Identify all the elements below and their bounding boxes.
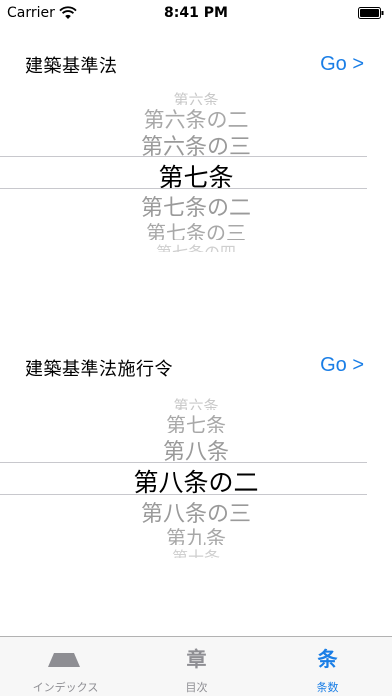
law-title: 建築基準法 (25, 56, 118, 77)
picker-item[interactable]: 第九条 (0, 522, 392, 545)
tab-label: 条数 (316, 681, 339, 694)
tab-bar: インデックス 章 目次 条 条数 (0, 636, 392, 696)
picker-selection-line (0, 494, 367, 495)
status-time: 8:41 PM (164, 5, 228, 21)
picker-item[interactable]: 第七条の四 (0, 239, 392, 252)
picker-item[interactable]: 第七条の三 (0, 217, 392, 240)
tab-contents[interactable]: 章 目次 (131, 637, 262, 696)
picker-item[interactable]: 第七条 (0, 409, 392, 433)
tab-index[interactable]: インデックス (0, 637, 131, 696)
picker-selection-line (0, 188, 367, 189)
chapter-icon: 章 (186, 647, 207, 671)
go-button[interactable]: Go > (320, 354, 364, 377)
tab-articles[interactable]: 条 条数 (262, 637, 392, 696)
tab-label: インデックス (32, 681, 99, 694)
article-icon: 条 (317, 647, 338, 671)
status-bar: Carrier 8:41 PM (0, 0, 392, 28)
go-button[interactable]: Go > (320, 53, 364, 76)
battery-icon (358, 7, 384, 19)
picker-item[interactable]: 第六条 (0, 395, 392, 410)
tab-label: 目次 (185, 681, 208, 694)
picker-item[interactable]: 第十条 (0, 544, 392, 558)
picker-item[interactable]: 第六条の二 (0, 104, 392, 129)
law-title: 建築基準法施行令 (25, 359, 173, 380)
picker-selection-line (0, 156, 367, 157)
index-tray-icon (48, 653, 80, 667)
picker-item[interactable]: 第六条 (0, 89, 392, 105)
